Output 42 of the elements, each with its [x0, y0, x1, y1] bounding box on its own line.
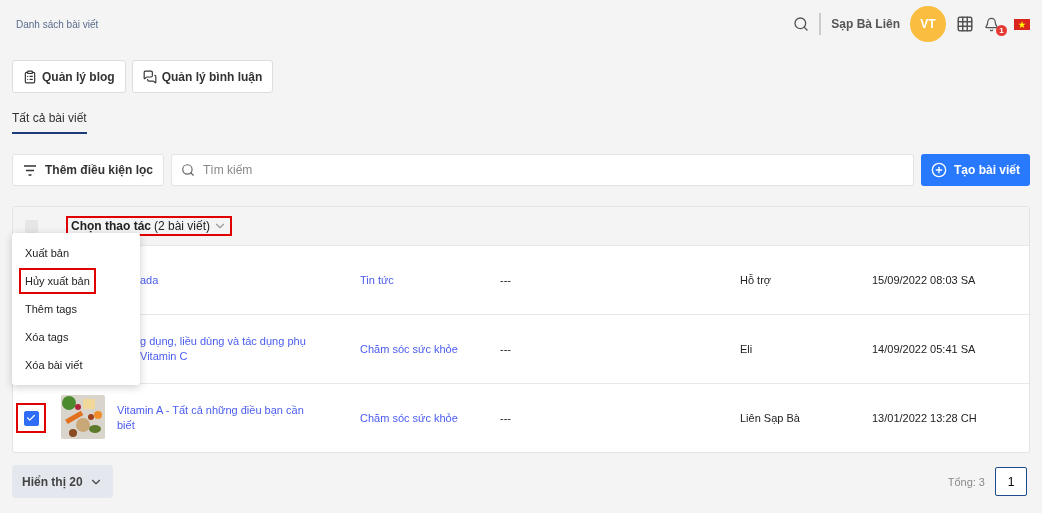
chat-icon: [142, 69, 157, 84]
notification-badge: 1: [996, 25, 1007, 36]
menu-item[interactable]: Xuất bản: [19, 240, 76, 266]
page-size-dropdown[interactable]: Hiển thị 20: [12, 465, 113, 498]
post-date: 15/09/2022 08:03 SA: [872, 274, 977, 286]
tab[interactable]: Tất cả bài viết: [12, 111, 87, 134]
user-name: Sạp Bà Liên: [831, 17, 900, 31]
post-date: 13/01/2022 13:28 CH: [872, 412, 978, 424]
total-count: Tổng: 3: [947, 475, 985, 488]
apps-grid-icon[interactable]: [956, 15, 974, 33]
clipboard-icon: [23, 69, 37, 84]
category-link[interactable]: Tin tức: [360, 274, 394, 286]
post-title[interactable]: Vitamin A - Tất cả những điều bạn cần biết: [117, 403, 360, 433]
page-button[interactable]: 1: [995, 467, 1027, 496]
menu-item[interactable]: Hủy xuất bản: [19, 268, 96, 294]
tags-text: ---: [500, 274, 512, 286]
post-date: 14/09/2022 05:41 SA: [872, 343, 977, 355]
category-link[interactable]: Chăm sóc sức khỏe: [360, 412, 458, 424]
plus-icon: [930, 162, 947, 178]
flag-icon[interactable]: [1014, 18, 1030, 30]
nav-button[interactable]: Quản lý blog: [12, 60, 126, 93]
menu-item[interactable]: Xóa tags: [19, 324, 75, 350]
filter-icon: [23, 164, 37, 176]
menu-item[interactable]: Xóa bài viết: [19, 352, 89, 378]
check-icon: [26, 413, 36, 423]
select-all-checkbox[interactable]: [25, 219, 38, 233]
filter-button[interactable]: Thêm điều kiện lọc: [12, 154, 165, 186]
search-icon[interactable]: [793, 16, 810, 32]
category-link[interactable]: Chăm sóc sức khỏe: [360, 343, 458, 355]
author-name: Hỗ trợ: [740, 274, 773, 286]
breadcrumb: Danh sách bài viết: [16, 18, 99, 30]
row-checkbox[interactable]: [23, 410, 39, 426]
author-name: Eli: [740, 343, 754, 355]
create-post-button[interactable]: Tạo bài viết: [920, 154, 1030, 186]
search-icon: [181, 163, 196, 177]
tags-text: ---: [500, 412, 512, 424]
author-name: Liên Sạp Bà: [740, 412, 801, 424]
bell-icon[interactable]: [984, 16, 999, 32]
nav-button[interactable]: Quản lý bình luận: [131, 60, 274, 93]
search-field[interactable]: Tìm kiếm: [171, 154, 914, 186]
tags-text: ---: [500, 343, 512, 355]
menu-item[interactable]: Thêm tags: [19, 296, 83, 322]
